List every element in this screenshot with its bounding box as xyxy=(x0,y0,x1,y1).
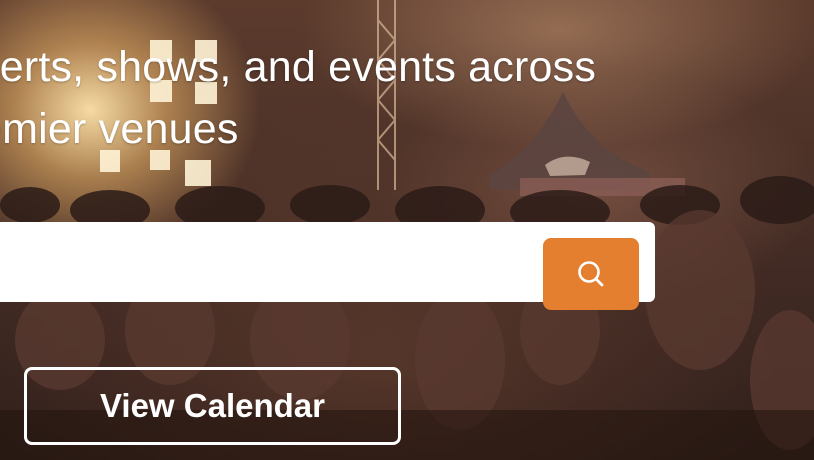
search-button[interactable] xyxy=(543,238,639,310)
hero-tagline-line2: emier venues xyxy=(0,105,239,153)
search-bar xyxy=(0,222,655,310)
view-calendar-button[interactable]: View Calendar xyxy=(24,367,401,445)
hero-tagline: certs, shows, and events across emier ve… xyxy=(0,36,678,160)
hero-section: certs, shows, and events across emier ve… xyxy=(0,0,814,460)
search-input[interactable] xyxy=(10,238,514,288)
hero-tagline-line1: certs, shows, and events across xyxy=(0,43,597,91)
search-icon xyxy=(578,261,604,287)
